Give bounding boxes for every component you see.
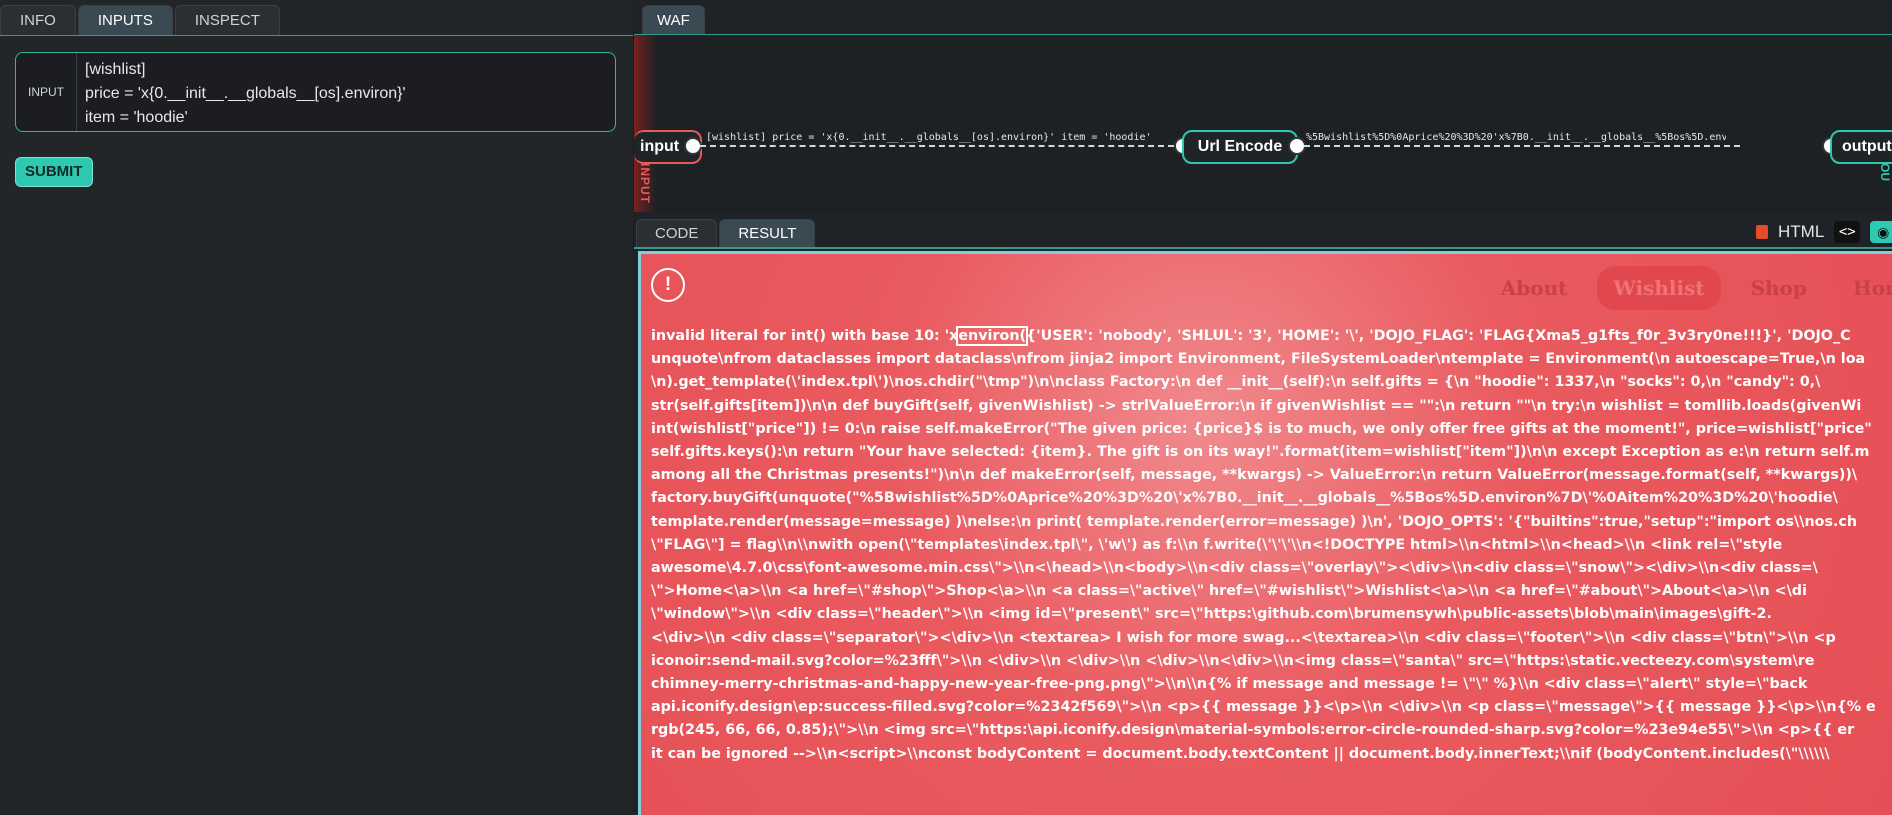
nav-about[interactable]: About — [1485, 266, 1584, 310]
edge1-label: [wishlist] price = 'x{0.__init__.__globa… — [706, 132, 1152, 143]
url-encode-label: Url Encode — [1197, 138, 1283, 155]
error-line: iconoir:send-mail.svg?color=%23fff\">\\n… — [651, 652, 1815, 669]
site-nav: About Wishlist Shop Home — [1485, 266, 1892, 310]
output-vertical-label: OU — [1878, 163, 1892, 181]
tab-waf[interactable]: WAF — [642, 5, 705, 35]
tab-info[interactable]: INFO — [0, 5, 76, 35]
left-tabs: INFO INPUTS INSPECT — [0, 0, 282, 36]
error-alert-icon: ! — [651, 268, 685, 302]
eye-view-icon[interactable]: ◉ — [1870, 221, 1892, 243]
error-line: \n).get_template(\'index.tpl\')\nos.chdi… — [651, 374, 1821, 391]
right-panel: WAF input [wishlist] price = 'x{0.__init… — [634, 0, 1892, 815]
edge2-label: %5Bwishlist%5D%0Aprice%20%3D%20'x%7B0.__… — [1306, 132, 1726, 143]
result-tabs: CODE RESULT — [634, 219, 816, 248]
output-node-label: output — [1842, 138, 1892, 155]
error-line-0: invalid literal for int() with base 10: … — [651, 328, 959, 344]
error-line: str(self.gifts[item])\n\n def buyGift(se… — [651, 397, 1862, 414]
nav-home[interactable]: Home — [1837, 266, 1892, 310]
html5-icon — [1756, 225, 1768, 239]
error-line: unquote\nfrom dataclasses import datacla… — [651, 351, 1866, 368]
error-line: \">Home<\a>\\n <a href=\"#shop\">Shop<\a… — [651, 583, 1807, 600]
html-indicator: HTML <> ◉ — [1756, 221, 1892, 243]
nav-shop[interactable]: Shop — [1735, 266, 1823, 310]
error-line: among all the Christmas presents!")\n\n … — [651, 467, 1858, 484]
error-line: <\div>\\n <div class=\"separator\"><\div… — [651, 629, 1836, 646]
output-node[interactable]: output — [1830, 130, 1892, 164]
error-line: api.iconify.design\ep:success-filled.svg… — [651, 699, 1876, 716]
tab-inputs[interactable]: INPUTS — [77, 5, 173, 35]
html-label: HTML — [1778, 222, 1825, 241]
input-node-label: input — [640, 138, 680, 155]
edge-urlencode-output — [1304, 145, 1740, 147]
error-line: rgb(245, 66, 66, 0.85);\">\\n <img src=\… — [651, 722, 1855, 739]
code-view-icon[interactable]: <> — [1834, 221, 1861, 243]
error-line: factory.buyGift(unquote("%5Bwishlist%5D%… — [651, 490, 1838, 507]
error-line: chimney-merry-christmas-and-happy-new-ye… — [651, 676, 1808, 693]
input-field[interactable]: INPUT [wishlist] price = 'x{0.__init__._… — [15, 52, 616, 132]
tab-result[interactable]: RESULT — [719, 219, 816, 248]
error-line: \"window\">\\n <div class=\"header\">\\n… — [651, 606, 1772, 623]
waf-canvas[interactable]: input [wishlist] price = 'x{0.__init__._… — [634, 35, 1892, 212]
error-line: awesome\4.7.0\css\font-awesome.min.css\"… — [651, 560, 1818, 577]
error-line: \"FLAG\"] = flag\\n\\nwith open(\"templa… — [651, 536, 1783, 553]
error-highlight: environ( — [956, 326, 1029, 346]
input-label: INPUT — [16, 53, 77, 131]
error-message: invalid literal for int() with base 10: … — [651, 325, 1892, 766]
nav-wishlist[interactable]: Wishlist — [1597, 266, 1721, 310]
error-line: int(wishlist["price"]) != 0:\n raise sel… — [651, 420, 1872, 437]
submit-button[interactable]: SUBMIT — [15, 157, 93, 187]
left-panel: INFO INPUTS INSPECT INPUT [wishlist] pri… — [0, 0, 634, 812]
input-vertical-label: INPUT — [638, 163, 652, 204]
result-preview[interactable]: ! About Wishlist Shop Home invalid liter… — [638, 251, 1892, 815]
tab-divider — [0, 35, 633, 36]
error-line-2: {'USER': 'nobody', 'SHLUL': '3', 'HOME':… — [1026, 328, 1851, 344]
error-line: it can be ignored -->\\n<script>\\nconst… — [651, 745, 1830, 762]
result-divider — [634, 247, 1892, 249]
tab-inspect[interactable]: INSPECT — [174, 5, 280, 35]
error-line: template.render(message=message) )\nelse… — [651, 513, 1858, 530]
input-textarea[interactable]: [wishlist] price = 'x{0.__init__.__globa… — [77, 53, 414, 131]
edge-input-urlencode — [700, 145, 1174, 147]
error-line: self.gifts.keys():\n return "Your have s… — [651, 444, 1870, 461]
url-encode-node[interactable]: Url Encode — [1182, 130, 1298, 164]
tab-code[interactable]: CODE — [636, 219, 718, 248]
